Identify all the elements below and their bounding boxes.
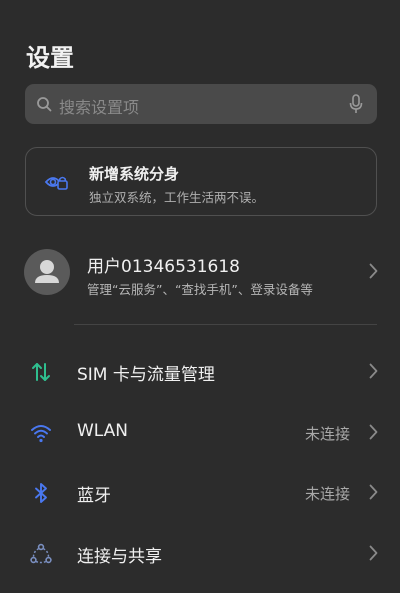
bluetooth-icon [35,483,47,503]
search-input[interactable]: 搜索设置项 [59,94,139,118]
chevron-right-icon [369,545,378,561]
account-name: 用户01346531618 [87,257,240,277]
status-text: 未连接 [304,425,350,443]
search-icon [37,97,52,112]
connection-share-icon [30,543,52,564]
settings-item-connection-share[interactable]: 连接与共享 [0,525,400,581]
system-clone-card[interactable]: 新增系统分身 独立双系统，工作生活两不误。 [25,147,377,216]
wifi-icon [31,425,51,443]
microphone-icon[interactable] [349,94,363,114]
settings-item-wlan[interactable]: WLAN 未连接 [0,404,400,460]
search-bar[interactable]: 搜索设置项 [25,84,377,124]
system-clone-icon [44,176,68,190]
settings-item-sim[interactable]: SIM 卡与流量管理 [0,343,400,399]
promo-subtitle: 独立双系统，工作生活两不误。 [89,190,265,205]
chevron-right-icon [369,263,378,279]
promo-title: 新增系统分身 [89,165,180,183]
avatar-person-icon [35,260,59,283]
settings-item-label: 连接与共享 [77,547,162,567]
account-row[interactable]: 用户01346531618 管理“云服务”、“查找手机”、登录设备等 [0,236,400,308]
settings-item-bluetooth[interactable]: 蓝牙 未连接 [0,464,400,520]
page-title: 设置 [26,44,74,72]
account-subtitle: 管理“云服务”、“查找手机”、登录设备等 [87,282,313,297]
section-divider [74,324,377,325]
settings-item-label: SIM 卡与流量管理 [77,365,215,385]
avatar[interactable] [24,249,70,295]
sim-data-icon [32,363,50,381]
chevron-right-icon [369,484,378,500]
settings-item-label: WLAN [77,421,129,441]
status-text: 未连接 [304,485,350,503]
chevron-right-icon [369,424,378,440]
settings-item-label: 蓝牙 [77,486,111,506]
chevron-right-icon [369,363,378,379]
